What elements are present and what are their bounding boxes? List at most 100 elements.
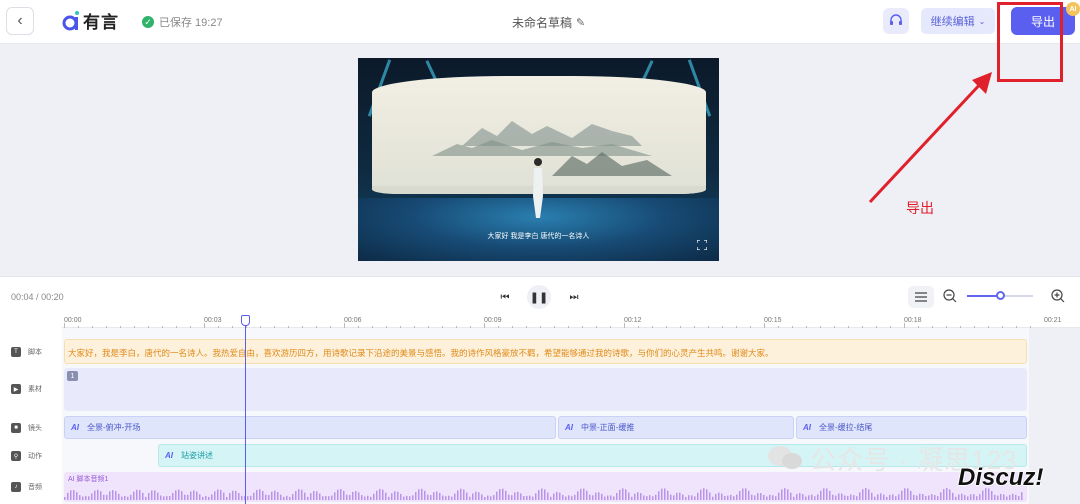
waveform-bar xyxy=(646,496,648,500)
shot-label: 中景-正面-缓推 xyxy=(581,423,635,432)
waveform-bar xyxy=(328,496,330,500)
waveform-bar xyxy=(205,495,207,500)
waveform-bar xyxy=(562,494,564,500)
waveform-bar xyxy=(121,496,123,500)
waveform-bar xyxy=(919,493,921,500)
zoom-slider[interactable] xyxy=(967,291,1033,300)
back-button[interactable]: ‹ xyxy=(6,7,34,35)
waveform-bar xyxy=(787,489,789,500)
zoom-in-icon[interactable] xyxy=(1051,289,1065,303)
logo-icon xyxy=(62,10,79,30)
playhead-handle[interactable] xyxy=(241,315,250,326)
skip-back-button[interactable]: ⏮ xyxy=(494,286,516,308)
headset-icon xyxy=(890,14,902,25)
waveform-bar xyxy=(604,496,606,500)
waveform-bar xyxy=(868,489,870,500)
waveform-bar xyxy=(805,496,807,500)
check-circle-icon: ✓ xyxy=(142,16,154,28)
waveform-bar xyxy=(856,496,858,500)
waveform-bar xyxy=(904,488,906,500)
pencil-icon[interactable]: ✎ xyxy=(576,16,585,29)
waveform-bar xyxy=(148,492,150,500)
document-title[interactable]: 未命名草稿 ✎ xyxy=(512,14,585,31)
waveform-bar xyxy=(496,491,498,500)
waveform-bar xyxy=(721,493,723,500)
waveform-bar xyxy=(277,491,279,500)
continue-edit-button[interactable]: 继续编辑 ⌄ xyxy=(921,8,995,34)
continue-edit-label: 继续编辑 xyxy=(930,16,975,28)
waveform-bar xyxy=(553,493,555,500)
waveform-bar xyxy=(181,491,183,500)
waveform-bar xyxy=(859,492,861,500)
waveform-bar xyxy=(256,490,258,500)
track-label-script: T 脚本 xyxy=(11,347,42,357)
waveform-bar xyxy=(559,492,561,500)
person-icon: ⚲ xyxy=(11,451,21,461)
zoom-out-icon[interactable] xyxy=(943,289,957,303)
waveform-bar xyxy=(751,494,753,500)
shot-clip[interactable]: AI 全景-缓拉-结尾 xyxy=(796,416,1027,439)
waveform-bar xyxy=(946,488,948,500)
red-arrow-annotation xyxy=(868,72,992,204)
time-ruler[interactable]: 00:00 00:03 00:06 00:09 00:12 00:15 00:18 00:21 xyxy=(62,316,1080,328)
waveform-bar xyxy=(427,494,429,500)
pause-icon: ❚❚ xyxy=(529,291,549,304)
waveform-bar xyxy=(238,493,240,500)
waveform-bar xyxy=(937,496,939,500)
waveform-bar xyxy=(220,489,222,500)
ruler-tick-label: 00:09 xyxy=(484,317,502,324)
waveform-bar xyxy=(949,489,951,500)
waveform-bar xyxy=(109,491,111,500)
waveform-bar xyxy=(955,496,957,500)
waveform-bar xyxy=(928,495,930,500)
waveform-bar xyxy=(898,494,900,500)
waveform-bar xyxy=(544,489,546,500)
shot-clip[interactable]: AI 中景-正面-缓推 xyxy=(558,416,794,439)
audio-label: AI 脚本音频1 xyxy=(68,476,109,483)
waveform-bar xyxy=(301,489,303,500)
playhead-line xyxy=(245,315,246,504)
waveform-bar xyxy=(241,495,243,500)
waveform-bar xyxy=(235,490,237,500)
skip-back-icon: ⏮ xyxy=(500,291,510,303)
waveform-bar xyxy=(316,491,318,500)
waveform-bar xyxy=(142,492,144,500)
fullscreen-icon[interactable] xyxy=(697,240,707,250)
waveform-bar xyxy=(490,496,492,500)
waveform-bar xyxy=(748,490,750,500)
waveform-bar xyxy=(184,494,186,500)
waveform-bar xyxy=(394,491,396,500)
support-button[interactable] xyxy=(883,8,909,34)
skip-forward-button[interactable]: ⏭ xyxy=(563,286,585,308)
waveform-bar xyxy=(76,492,78,500)
waveform-bar xyxy=(763,494,765,500)
video-preview[interactable]: 大家好 我是李白 唐代的一名诗人 xyxy=(358,58,719,261)
waveform-bar xyxy=(232,490,234,500)
document-title-text: 未命名草稿 xyxy=(512,16,573,30)
script-clip[interactable]: 大家好，我是李白，唐代的一名诗人。我热爱自由，喜欢游历四方，用诗歌记录下沿途的美… xyxy=(64,339,1027,364)
waveform-bar xyxy=(997,495,999,500)
shot-clip[interactable]: AI 全景-俯冲-开场 xyxy=(64,416,556,439)
chevron-down-icon: ⌄ xyxy=(978,16,986,26)
waveform-bar xyxy=(478,492,480,500)
waveform-bar xyxy=(352,491,354,500)
waveform-bar xyxy=(106,494,108,500)
waveform-bar xyxy=(73,490,75,500)
waveform-bar xyxy=(910,490,912,500)
material-clip[interactable]: 1 xyxy=(64,368,1027,411)
waveform-bar xyxy=(436,491,438,500)
list-view-button[interactable] xyxy=(908,286,934,308)
waveform-bar xyxy=(502,488,504,500)
waveform-bar xyxy=(610,495,612,500)
waveform-bar xyxy=(700,489,702,500)
waveform-bar xyxy=(472,493,474,500)
waveform-bar xyxy=(487,495,489,500)
zoom-slider-handle[interactable] xyxy=(996,291,1005,300)
waveform-bar xyxy=(874,496,876,500)
waveform-bar xyxy=(727,495,729,500)
waveform-bar xyxy=(136,489,138,500)
track-area: 大家好，我是李白，唐代的一名诗人。我热爱自由，喜欢游历四方，用诗歌记录下沿途的美… xyxy=(62,328,1080,504)
pause-button[interactable]: ❚❚ xyxy=(527,285,551,309)
waveform-bar xyxy=(841,493,843,500)
waveform-bar xyxy=(454,493,456,500)
